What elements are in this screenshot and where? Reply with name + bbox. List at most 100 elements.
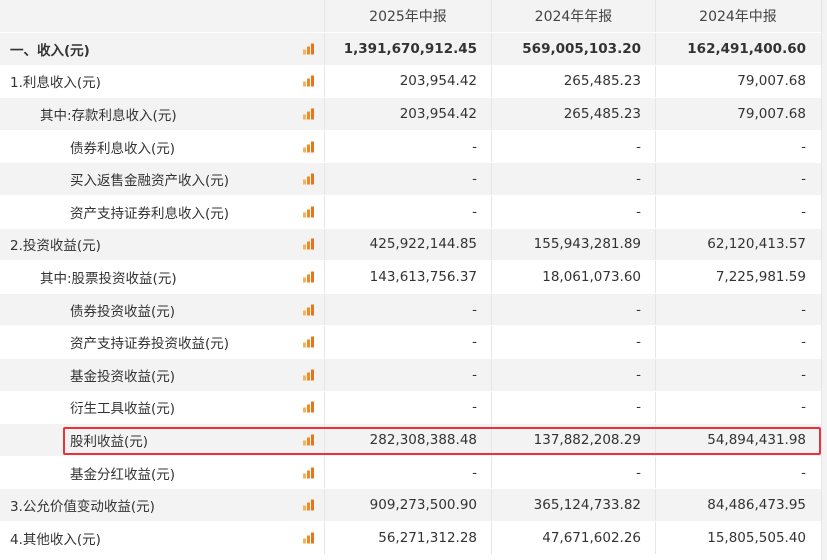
row-label: 4.其他收入(元) (10, 531, 101, 548)
row-value-cell: - (492, 163, 656, 195)
table-row: 基金投资收益(元) - - - (0, 358, 827, 392)
header-label-cell (0, 0, 325, 32)
row-value-cell: - (492, 456, 656, 489)
bar-chart-icon[interactable] (303, 108, 316, 120)
row-value-cell: 909,273,500.90 (325, 489, 492, 521)
table-row: 股利收益(元) 282,308,388.48 137,882,208.29 54,89… (0, 424, 827, 457)
row-value-cell: 47,671,602.26 (492, 521, 656, 554)
row-label-cell: 4.其他收入(元) (0, 521, 325, 554)
row-label-cell: 资产支持证券投资收益(元) (0, 326, 325, 358)
bar-chart-icon[interactable] (303, 467, 316, 479)
row-value-cell: 1,391,670,912.45 (325, 33, 492, 65)
row-value-cell: 425,922,144.85 (325, 228, 492, 261)
table-row: 其中:股票投资收益(元) 143,613,756.37 18,061,073.60 7… (0, 261, 827, 294)
row-value-cell: - (325, 293, 492, 326)
row-label-cell: 债券利息收入(元) (0, 130, 325, 163)
header-col-2025-h1[interactable]: 2025年中报 (325, 0, 492, 32)
row-label: 其中:存款利息收入(元) (40, 107, 177, 124)
table-row: 其中:存款利息收入(元) 203,954.42 265,485.23 79,007.6… (0, 98, 827, 131)
row-value-cell: 15,805,505.40 (707, 529, 806, 546)
bar-chart-icon[interactable] (303, 336, 316, 348)
bar-chart-icon[interactable] (303, 75, 316, 87)
row-label: 1.利息收入(元) (10, 75, 101, 92)
row-value-cell: 569,005,103.20 (492, 33, 656, 65)
row-label: 资产支持证券利息收入(元) (70, 205, 230, 222)
row-value-cell: 155,943,281.89 (492, 228, 656, 261)
bar-chart-icon[interactable] (303, 271, 316, 283)
bar-chart-icon[interactable] (303, 43, 316, 55)
row-label: 衍生工具收益(元) (70, 401, 176, 418)
header-col-2024-annual[interactable]: 2024年年报 (492, 0, 656, 32)
row-value-cell: 143,613,756.37 (325, 261, 492, 293)
bar-chart-icon[interactable] (303, 532, 316, 544)
row-value-cell: 282,308,388.48 (325, 424, 492, 456)
row-value-cell: - (325, 391, 492, 424)
row-value-cell: 203,954.42 (325, 65, 492, 98)
row-value-cell: 18,061,073.60 (492, 261, 656, 293)
row-value-cell: - (325, 358, 492, 391)
row-label: 债券利息收入(元) (70, 140, 176, 157)
bar-chart-icon[interactable] (303, 304, 316, 316)
table-row: 4.其他收入(元) 56,271,312.28 47,671,602.26 15,80… (0, 521, 827, 555)
table-row: 衍生工具收益(元) - - - (0, 391, 827, 425)
row-label-cell: 基金分红收益(元) (0, 456, 325, 489)
row-label-cell: 其中:存款利息收入(元) (0, 98, 325, 130)
table-row: 2.投资收益(元) 425,922,144.85 155,943,281.89 62,… (0, 228, 827, 262)
row-value-cell: - (492, 293, 656, 326)
row-value-cell: - (801, 171, 806, 188)
bar-chart-icon[interactable] (303, 141, 316, 153)
row-label-cell: 基金投资收益(元) (0, 358, 325, 391)
row-value-cell: 84,486,473.95 (707, 497, 806, 514)
row-value-cell: - (492, 326, 656, 358)
row-value-cell: - (325, 326, 492, 358)
row-label: 资产支持证券投资收益(元) (70, 336, 230, 353)
bar-chart-icon[interactable] (303, 499, 316, 511)
row-value-cell: 265,485.23 (492, 98, 656, 130)
row-value-cell: 79,007.68 (737, 105, 806, 122)
row-value-cell: - (325, 195, 492, 228)
row-label-cell: 其中:股票投资收益(元) (0, 261, 325, 293)
table-row: 3.公允价值变动收益(元) 909,273,500.90 365,124,733.8… (0, 489, 827, 522)
bar-chart-icon[interactable] (303, 401, 316, 413)
row-value-cell: - (801, 366, 806, 383)
row-value-cell: - (801, 464, 806, 481)
table-row: 1.利息收入(元) 203,954.42 265,485.23 79,007.68 (0, 65, 827, 99)
row-label: 3.公允价值变动收益(元) (10, 499, 155, 516)
table-row: 一、收入(元) 1,391,670,912.45 569,005,103.20 162… (0, 33, 827, 66)
row-value-cell: - (492, 130, 656, 163)
row-label-cell: 债券投资收益(元) (0, 293, 325, 326)
bar-chart-icon[interactable] (303, 173, 316, 185)
row-value-cell: 137,882,208.29 (492, 424, 656, 456)
table-row: 买入返售金融资产收入(元) - - - (0, 163, 827, 196)
table-row: 债券投资收益(元) - - - (0, 293, 827, 327)
table-row: 资产支持证券投资收益(元) - - - (0, 326, 827, 359)
row-value-cell: 62,120,413.57 (707, 236, 806, 253)
row-value-cell: - (801, 203, 806, 220)
row-value-cell: 79,007.68 (737, 73, 806, 90)
row-label-cell: 股利收益(元) (0, 424, 325, 456)
row-label: 其中:股票投资收益(元) (40, 270, 177, 287)
scrollbar-edge[interactable] (821, 0, 827, 560)
bar-chart-icon[interactable] (303, 238, 316, 250)
row-value-cell: - (325, 130, 492, 163)
bar-chart-icon[interactable] (303, 369, 316, 381)
row-label-cell: 1.利息收入(元) (0, 65, 325, 98)
row-value-cell: - (492, 358, 656, 391)
row-label: 债券投资收益(元) (70, 303, 176, 320)
row-label-cell: 衍生工具收益(元) (0, 391, 325, 424)
row-value-cell: - (325, 163, 492, 195)
table-row: 债券利息收入(元) - - - (0, 130, 827, 164)
row-value-cell: 203,954.42 (325, 98, 492, 130)
row-value-cell: - (492, 391, 656, 424)
table-header: 2025年中报 2024年年报 2024年中报 (0, 0, 827, 33)
row-value-cell: 56,271,312.28 (325, 521, 492, 554)
bar-chart-icon[interactable] (303, 434, 316, 446)
row-value-cell: 162,491,400.60 (687, 40, 806, 57)
row-label: 股利收益(元) (70, 433, 149, 450)
row-label-cell: 一、收入(元) (0, 33, 325, 65)
header-col-2024-h1[interactable]: 2024年中报 (656, 0, 820, 32)
row-value-cell: 54,894,431.98 (707, 431, 806, 448)
row-label-cell: 资产支持证券利息收入(元) (0, 195, 325, 228)
row-label: 基金投资收益(元) (70, 368, 176, 385)
bar-chart-icon[interactable] (303, 206, 316, 218)
